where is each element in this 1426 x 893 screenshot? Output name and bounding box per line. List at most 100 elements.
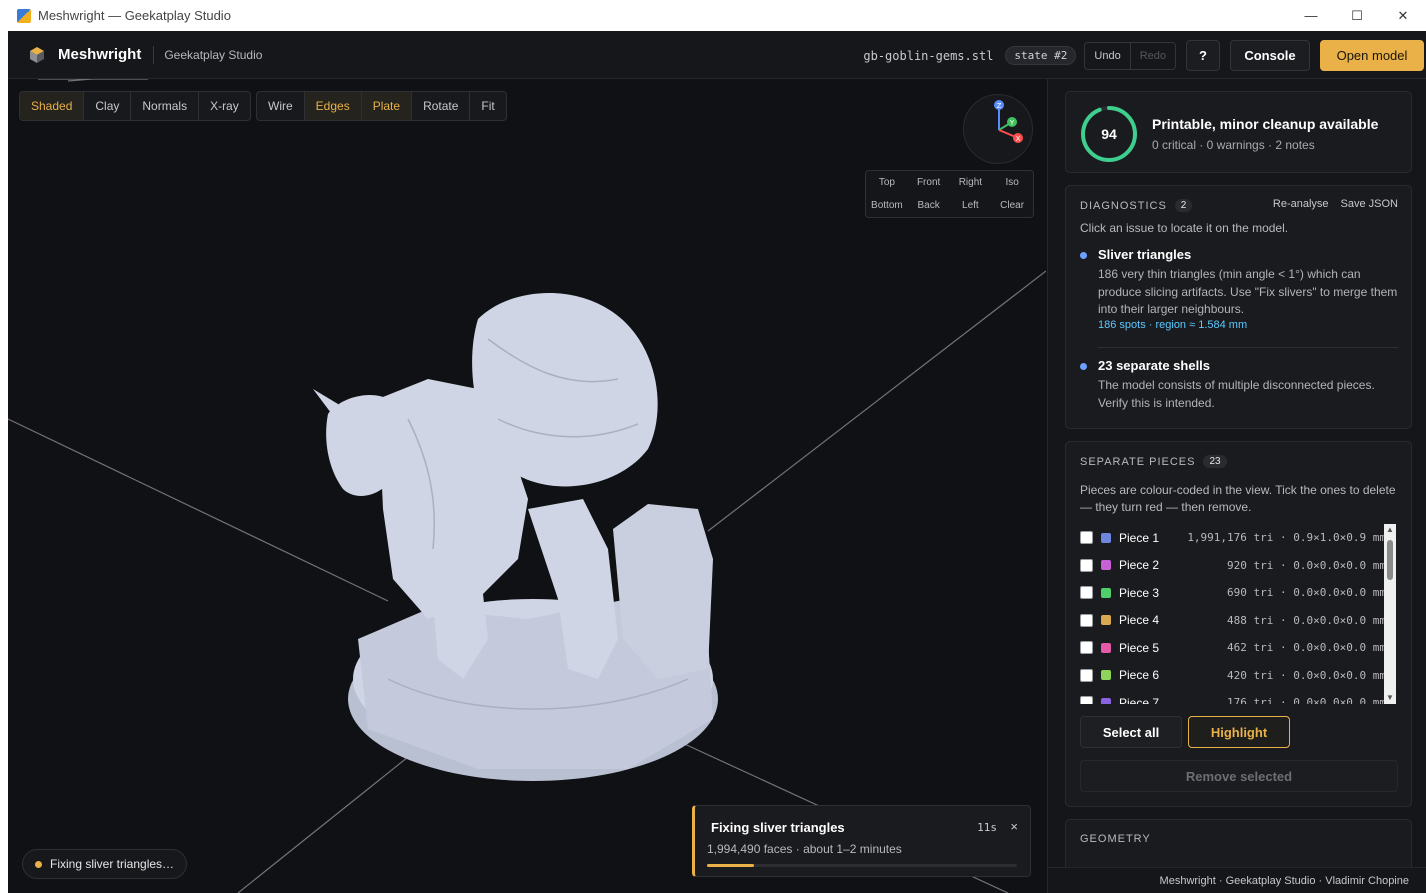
toast-close-icon[interactable]: × [1010, 819, 1018, 834]
pieces-heading: SEPARATE PIECES 23 [1080, 455, 1227, 468]
orientation-gizmo[interactable]: Z Y X [963, 94, 1033, 164]
piece-checkbox[interactable] [1080, 696, 1093, 704]
piece-color-swatch [1101, 697, 1111, 704]
plate-toggle[interactable]: Plate [361, 92, 413, 120]
rotate-toggle[interactable]: Rotate [412, 92, 471, 120]
app-frame: Meshwright Geekatplay Studio gb-goblin-g… [8, 31, 1426, 893]
piece-checkbox[interactable] [1080, 668, 1093, 682]
edges-toggle[interactable]: Edges [304, 92, 362, 120]
piece-color-swatch [1101, 560, 1111, 571]
footer-credits: Meshwright · Geekatplay Studio · Vladimi… [1048, 867, 1426, 893]
issue-title: 23 separate shells [1098, 358, 1211, 373]
piece-name: Piece 2 [1119, 558, 1160, 573]
3d-viewport[interactable]: Shaded Clay Normals X-ray Wire Edges Pla… [8, 79, 1046, 893]
help-button[interactable]: ? [1186, 40, 1220, 71]
issue-item[interactable]: 23 separate shells The model consists of… [1080, 358, 1400, 418]
reanalyse-button[interactable]: Re-analyse [1273, 198, 1329, 210]
scroll-thumb[interactable] [1387, 540, 1393, 580]
score-value: 94 [1101, 126, 1117, 142]
piece-row[interactable]: Piece 6 420 tri · 0.0×0.0×0.0 mm [1080, 662, 1398, 690]
diagnostics-title: DIAGNOSTICS [1080, 199, 1167, 212]
piece-info: 462 tri · 0.0×0.0×0.0 mm [1227, 641, 1386, 655]
select-all-button[interactable]: Select all [1080, 716, 1182, 748]
score-title: Printable, minor cleanup available [1152, 116, 1379, 132]
remove-selected-button[interactable]: Remove selected [1080, 760, 1398, 792]
minimize-icon[interactable]: — [1288, 0, 1334, 31]
pieces-title: SEPARATE PIECES [1080, 455, 1196, 468]
printability-score-card: 94 Printable, minor cleanup available 0 … [1065, 91, 1412, 173]
issue-description: The model consists of multiple disconnec… [1098, 378, 1375, 410]
view-bottom-button[interactable]: Bottom [866, 194, 908, 217]
view-clear-button[interactable]: Clear [991, 194, 1033, 217]
scroll-up-icon[interactable]: ▲ [1384, 524, 1396, 536]
geometry-heading: GEOMETRY [1080, 833, 1151, 845]
progress-toast: Fixing sliver triangles 11s × 1,994,490 … [692, 805, 1031, 877]
piece-row[interactable]: Piece 2 920 tri · 0.0×0.0×0.0 mm [1080, 552, 1398, 580]
view-left-button[interactable]: Left [950, 194, 992, 217]
pieces-count-badge: 23 [1203, 455, 1227, 468]
fit-button[interactable]: Fit [470, 92, 505, 120]
piece-checkbox[interactable] [1080, 586, 1093, 600]
open-model-button[interactable]: Open model [1320, 40, 1424, 71]
piece-checkbox[interactable] [1080, 531, 1093, 545]
piece-name: Piece 1 [1119, 530, 1160, 545]
issue-divider [1098, 347, 1398, 348]
redo-button[interactable]: Redo [1129, 42, 1175, 69]
piece-row[interactable]: Piece 7 176 tri · 0.0×0.0×0.0 mm [1080, 689, 1398, 704]
piece-info: 690 tri · 0.0×0.0×0.0 mm [1227, 586, 1386, 600]
view-iso-button[interactable]: Iso [991, 171, 1033, 194]
scroll-down-icon[interactable]: ▼ [1384, 692, 1396, 704]
toast-progress-fill [707, 864, 754, 867]
diagnostics-card: DIAGNOSTICS 2 Re-analyse Save JSON Click… [1065, 185, 1412, 429]
undo-button[interactable]: Undo [1085, 43, 1129, 69]
console-button[interactable]: Console [1230, 40, 1310, 71]
state-badge: state #2 [1005, 46, 1077, 65]
pieces-hint: Pieces are colour-coded in the view. Tic… [1080, 483, 1396, 514]
piece-row[interactable]: Piece 1 1,991,176 tri · 0.9×1.0×0.9 mm [1080, 524, 1398, 552]
wire-toggle[interactable]: Wire [257, 92, 305, 120]
piece-color-swatch [1101, 670, 1111, 681]
view-back-button[interactable]: Back [908, 194, 950, 217]
view-right-button[interactable]: Right [950, 171, 992, 194]
diagnostics-count-badge: 2 [1174, 199, 1193, 212]
view-front-button[interactable]: Front [908, 171, 950, 194]
render-mode-button[interactable]: Shaded [20, 92, 85, 120]
piece-info: 1,991,176 tri · 0.9×1.0×0.9 mm [1187, 531, 1386, 545]
highlight-button[interactable]: Highlight [1188, 716, 1290, 748]
score-summary: 0 critical · 0 warnings · 2 notes [1152, 138, 1315, 152]
pieces-scrollbar[interactable]: ▲ ▼ [1384, 524, 1396, 704]
file-name: gb-goblin-gems.stl [863, 48, 994, 63]
piece-name: Piece 3 [1119, 585, 1160, 600]
piece-row[interactable]: Piece 5 462 tri · 0.0×0.0×0.0 mm [1080, 634, 1398, 662]
view-top-button[interactable]: Top [866, 171, 908, 194]
save-json-button[interactable]: Save JSON [1341, 198, 1398, 210]
piece-checkbox[interactable] [1080, 558, 1093, 572]
piece-color-swatch [1101, 532, 1111, 543]
piece-name: Piece 7 [1119, 695, 1160, 704]
render-mode-button[interactable]: Normals [131, 92, 200, 120]
gizmo-axis-label: X [1016, 135, 1021, 143]
issue-meta[interactable]: 186 spots · region ≈ 1.584 mm [1098, 319, 1247, 331]
pieces-list[interactable]: Piece 1 1,991,176 tri · 0.9×1.0×0.9 mm Pie… [1080, 524, 1398, 704]
inspector-panel: 94 Printable, minor cleanup available 0 … [1047, 79, 1426, 893]
piece-name: Piece 5 [1119, 640, 1160, 655]
piece-checkbox[interactable] [1080, 641, 1093, 655]
undo-redo-group: Undo Redo [1084, 41, 1176, 70]
piece-row[interactable]: Piece 3 690 tri · 0.0×0.0×0.0 mm [1080, 579, 1398, 607]
app-header: Meshwright Geekatplay Studio gb-goblin-g… [8, 31, 1426, 79]
piece-row[interactable]: Piece 4 488 tri · 0.0×0.0×0.0 mm [1080, 607, 1398, 635]
maximize-icon[interactable]: ☐ [1334, 0, 1380, 31]
render-mode-button[interactable]: Clay [84, 92, 132, 120]
status-text: Fixing sliver triangles… [50, 857, 175, 871]
close-icon[interactable]: ✕ [1380, 0, 1426, 31]
window-controls: — ☐ ✕ [1288, 0, 1426, 31]
window-titlebar: Meshwright — Geekatplay Studio — ☐ ✕ [0, 0, 1426, 31]
piece-name: Piece 6 [1119, 668, 1160, 683]
piece-checkbox[interactable] [1080, 613, 1093, 627]
render-mode-button[interactable]: X-ray [199, 92, 250, 120]
info-dot-icon [1080, 252, 1087, 259]
diagnostics-hint: Click an issue to locate it on the model… [1080, 221, 1289, 235]
toast-progress-track [707, 864, 1017, 867]
issue-item[interactable]: Sliver triangles 186 very thin triangles… [1080, 247, 1400, 337]
cube-logo-icon [28, 46, 46, 64]
